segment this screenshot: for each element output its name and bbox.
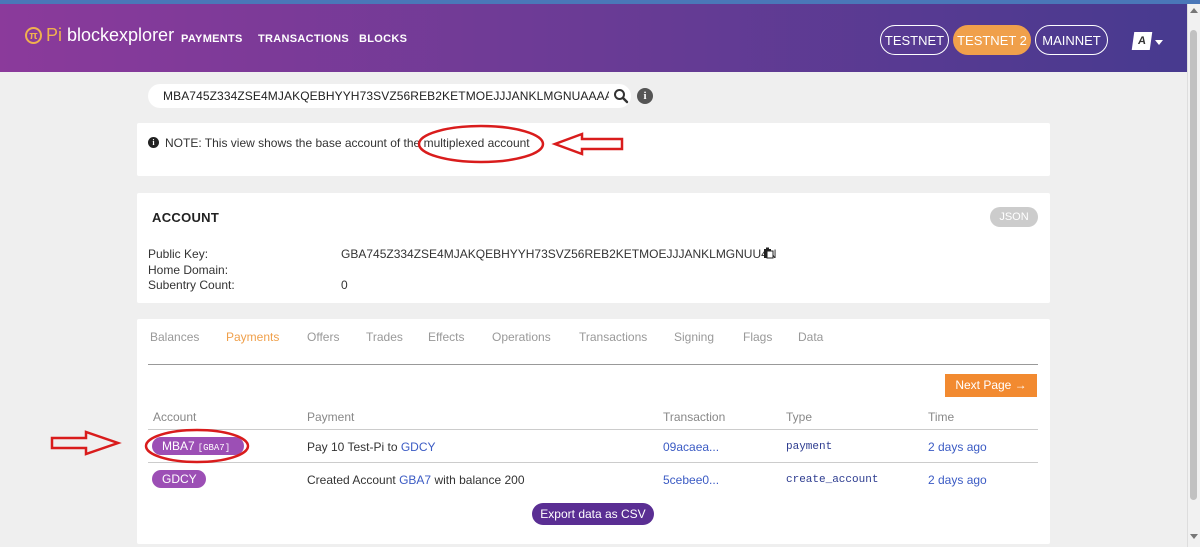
page-scrollbar[interactable] (1187, 4, 1200, 547)
search-icon[interactable] (613, 88, 629, 104)
payment-cell: Pay 10 Test-Pi to GDCY (307, 440, 436, 454)
tab-signing[interactable]: Signing (674, 330, 714, 344)
tab-transactions[interactable]: Transactions (579, 330, 647, 344)
tab-payments[interactable]: Payments (226, 330, 279, 344)
account-badge-tag: [GBA7] (197, 443, 231, 453)
pi-logo-icon: π (25, 27, 42, 44)
time-link[interactable]: 2 days ago (928, 440, 987, 454)
scrollbar-thumb[interactable] (1190, 30, 1197, 500)
column-header-payment: Payment (307, 410, 355, 424)
brand-logo-link[interactable]: π Pi blockexplorer (25, 25, 174, 46)
operation-type-link[interactable]: payment (786, 441, 832, 453)
subentry-count-value: 0 (341, 278, 348, 292)
tab-flags[interactable]: Flags (743, 330, 772, 344)
top-navbar: π Pi blockexplorer PAYMENTS TRANSACTIONS… (0, 4, 1188, 72)
payment-text: Created Account (307, 473, 396, 487)
public-key-label: Public Key: (148, 247, 209, 261)
column-header-time: Time (928, 410, 955, 424)
search-info-icon[interactable]: i (637, 88, 653, 104)
translate-icon[interactable]: A (1131, 32, 1153, 50)
clipboard-icon[interactable] (763, 247, 774, 259)
info-icon: i (148, 137, 159, 148)
home-domain-label: Home Domain: (148, 263, 229, 277)
search-input[interactable]: MBA745Z334ZSE4MJAKQEBHYYH73SVZ56REB2KETM… (163, 89, 609, 103)
network-testnet-button[interactable]: TESTNET (880, 25, 949, 55)
payment-text-suffix: with balance 200 (434, 473, 525, 487)
next-page-button[interactable]: Next Page → (945, 374, 1037, 397)
account-title: ACCOUNT (152, 210, 220, 225)
chevron-down-icon[interactable] (1155, 40, 1163, 45)
operation-type-link[interactable]: create_account (786, 474, 878, 486)
payment-account-link[interactable]: GBA7 (399, 473, 431, 487)
column-header-transaction: Transaction (663, 410, 726, 424)
column-header-account: Account (153, 410, 197, 424)
table-header-divider (148, 429, 1038, 430)
payment-text: Pay 10 Test-Pi to (307, 440, 398, 454)
export-csv-button[interactable]: Export data as CSV (532, 503, 654, 525)
tab-data[interactable]: Data (798, 330, 823, 344)
table-row-divider (148, 462, 1038, 463)
nav-link-blocks[interactable]: BLOCKS (359, 33, 407, 45)
annotation-arrow-account (50, 430, 122, 456)
account-badge-label: GDCY (162, 472, 197, 486)
account-badge-mba7[interactable]: MBA7 [GBA7] (152, 437, 244, 455)
transaction-link[interactable]: 09acaea... (663, 440, 719, 454)
payment-account-link[interactable]: GDCY (401, 440, 436, 454)
scroll-up-icon[interactable] (1190, 8, 1198, 13)
column-header-type: Type (786, 410, 813, 424)
account-badge-label: MBA7 (162, 439, 195, 453)
tab-effects[interactable]: Effects (428, 330, 464, 344)
tab-operations[interactable]: Operations (492, 330, 551, 344)
time-link[interactable]: 2 days ago (928, 473, 987, 487)
payment-cell: Created Account GBA7 with balance 200 (307, 473, 525, 487)
nav-link-transactions[interactable]: TRANSACTIONS (258, 33, 349, 45)
multiplexed-note-text: NOTE: This view shows the base account o… (165, 136, 530, 150)
brand-name-text: blockexplorer (67, 25, 175, 45)
nav-link-payments[interactable]: PAYMENTS (181, 33, 243, 45)
brand-pi-text: Pi (46, 25, 63, 45)
network-testnet2-button[interactable]: TESTNET 2 (953, 25, 1031, 55)
tabs-divider (148, 364, 1038, 365)
subentry-count-label: Subentry Count: (148, 278, 235, 292)
public-key-value: GBA745Z334ZSE4MJAKQEBHYYH73SVZ56REB2KETM… (341, 247, 777, 261)
account-badge-gdcy[interactable]: GDCY (152, 470, 206, 488)
json-button[interactable]: JSON (990, 207, 1038, 227)
tab-offers[interactable]: Offers (307, 330, 339, 344)
tab-balances[interactable]: Balances (150, 330, 199, 344)
tab-trades[interactable]: Trades (366, 330, 403, 344)
search-box[interactable]: MBA745Z334ZSE4MJAKQEBHYYH73SVZ56REB2KETM… (148, 84, 631, 108)
scroll-down-icon[interactable] (1190, 534, 1198, 539)
transaction-link[interactable]: 5cebee0... (663, 473, 719, 487)
network-mainnet-button[interactable]: MAINNET (1035, 25, 1108, 55)
